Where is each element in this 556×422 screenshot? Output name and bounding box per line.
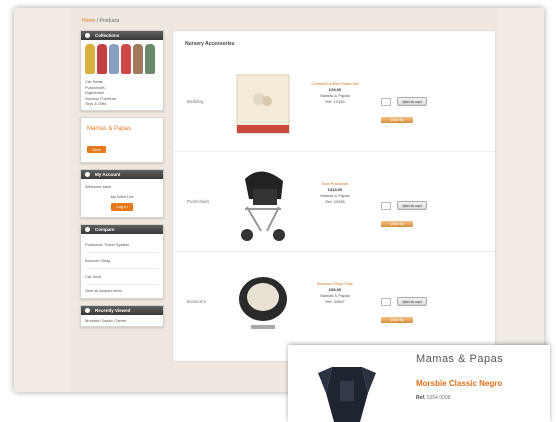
page-title: Nursery Accessories: [185, 41, 235, 47]
account-label: Welcome back: [85, 183, 112, 189]
breadcrumb-current: Products: [99, 18, 120, 24]
product-row: Bouncers Bouncer Sling Chair £89.00 Mama…: [173, 251, 495, 351]
breadcrumb: Home / Products: [82, 18, 120, 24]
promo-box: Mamas & Papas View: [80, 116, 164, 163]
product-category: Pushchairs: [187, 199, 210, 204]
quantity-input[interactable]: [381, 97, 391, 106]
product-info: Sola Pushchair £319.00 Mamas & Papas Ref…: [299, 181, 371, 205]
product-list: Nursery Accessories Bedding Cotbed/Cot B…: [172, 30, 496, 362]
quantity-input[interactable]: [381, 201, 391, 210]
compare-header: Compare: [81, 224, 163, 234]
recent-item[interactable]: Morsbie Classic Carrier: [85, 318, 159, 324]
decorative-border-left: [14, 8, 70, 392]
product-sku: Ref: 12345: [325, 99, 345, 104]
dot-icon: [85, 171, 90, 177]
sidebar-link[interactable]: Toys & Gifts: [85, 101, 159, 107]
product-category: Bouncers: [187, 299, 207, 304]
product-sku: Ref: 34567: [325, 299, 345, 304]
product-actions: Add to cart Wish list: [381, 293, 471, 323]
compare-box: Compare Pushchair Travel System Bouncer …: [80, 223, 164, 299]
product-sku: Ref: 23456: [325, 199, 345, 204]
compare-item[interactable]: Bouncer Sling: [85, 253, 159, 269]
recent-box: Recently Viewed Morsbie Classic Carrier: [80, 304, 164, 328]
popup-brand: Mamas & Papas: [416, 353, 504, 365]
quantity-input[interactable]: [381, 297, 391, 306]
sidebar: Collections Car Seats Pushchairs Highcha…: [80, 30, 164, 333]
login-button[interactable]: Log In: [111, 203, 133, 211]
product-image[interactable]: [231, 259, 295, 345]
add-to-cart-button[interactable]: Add to cart: [397, 97, 427, 107]
collections-box: Collections Car Seats Pushchairs Highcha…: [80, 30, 164, 111]
popup-product-name[interactable]: Morsbie Classic Negro: [416, 379, 502, 388]
breadcrumb-home[interactable]: Home: [82, 18, 95, 24]
collections-header: Collections: [81, 31, 163, 40]
recent-header: Recently Viewed: [81, 305, 163, 315]
promo-title: Mamas & Papas: [87, 125, 132, 132]
compare-item[interactable]: Car Seat: [85, 269, 159, 285]
account-box: My Account Welcome back My Wish List Log…: [80, 168, 164, 218]
account-value[interactable]: My Wish List: [85, 194, 159, 200]
product-preview-popup: Mamas & Papas Morsbie Classic Negro Ref.…: [288, 345, 550, 422]
product-category: Bedding: [187, 99, 204, 104]
product-preview-image: [318, 367, 376, 422]
dot-icon: [85, 226, 90, 232]
wish-list-button[interactable]: Wish list: [381, 221, 413, 227]
product-image[interactable]: [231, 59, 295, 145]
compare-item[interactable]: Pushchair Travel System: [85, 237, 159, 253]
collections-image: [81, 40, 163, 76]
product-row: Bedding Cotbed/Cot Bed Sheet Set £29.00 …: [173, 51, 495, 152]
product-info: Cotbed/Cot Bed Sheet Set £29.00 Mamas & …: [299, 81, 371, 105]
promo-button[interactable]: View: [87, 145, 106, 153]
compare-clear-link[interactable]: Clear all compare items: [85, 285, 159, 295]
dot-icon: [85, 307, 90, 313]
account-header: My Account: [81, 169, 163, 179]
product-image[interactable]: [231, 159, 295, 245]
popup-sku: Ref. 5354 0008: [416, 395, 451, 401]
wish-list-button[interactable]: Wish list: [381, 317, 413, 323]
product-actions: Add to cart Wish list: [381, 197, 471, 227]
decorative-border-right: [498, 8, 544, 392]
product-info: Bouncer Sling Chair £89.00 Mamas & Papas…: [299, 281, 371, 305]
product-row: Pushchairs Sola Pushchair £319.00 Mamas …: [173, 151, 495, 252]
wish-list-button[interactable]: Wish list: [381, 117, 413, 123]
dot-icon: [85, 33, 90, 38]
add-to-cart-button[interactable]: Add to cart: [397, 297, 427, 307]
browser-frame: Home / Products Collections Car Seats Pu…: [14, 8, 544, 392]
product-actions: Add to cart Wish list: [381, 93, 471, 123]
add-to-cart-button[interactable]: Add to cart: [397, 201, 427, 211]
